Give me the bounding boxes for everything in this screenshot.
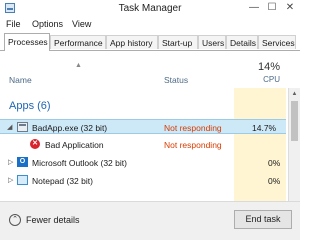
process-cpu: 0% [268, 158, 281, 168]
column-header-status[interactable]: Status [164, 75, 188, 85]
process-row-badapp[interactable]: ◢ BadApp.exe (32 bit) Not responding 14.… [0, 119, 286, 134]
end-task-button[interactable]: End task [234, 210, 292, 229]
chevron-up-icon[interactable]: ⌃ [9, 214, 21, 226]
cpu-label: CPU [263, 75, 280, 84]
maximize-button[interactable]: ☐ [266, 3, 278, 13]
cpu-total-percent: 14% [257, 61, 280, 73]
close-button[interactable]: ✕ [284, 3, 296, 13]
menu-bar: File Options View [0, 17, 300, 31]
process-cpu: 0% [268, 176, 281, 186]
process-row-notepad[interactable]: ▷ Notepad (32 bit) 0% [0, 173, 286, 188]
scroll-up-icon[interactable]: ▲ [289, 88, 300, 100]
minimize-button[interactable]: — [248, 3, 260, 13]
window-status: Not responding [164, 140, 222, 150]
column-header-name[interactable]: Name [9, 75, 32, 85]
tab-details[interactable]: Details [226, 35, 258, 49]
chevron-down-icon[interactable]: ◢ [7, 123, 12, 131]
process-name: BadApp.exe (32 bit) [32, 123, 108, 133]
process-name: Notepad (32 bit) [32, 176, 93, 186]
tab-performance[interactable]: Performance [50, 35, 106, 49]
tab-start-up[interactable]: Start-up [158, 35, 198, 49]
footer-bar: ⌃ Fewer details End task [0, 201, 300, 240]
sort-up-icon[interactable]: ▲ [75, 62, 82, 69]
process-cpu: 14.7% [252, 123, 277, 133]
app-window-icon [17, 122, 28, 132]
process-name: Microsoft Outlook (32 bit) [32, 158, 127, 168]
tab-bar: Processes Performance App history Start-… [0, 33, 300, 51]
window-name: Bad Application [45, 140, 104, 150]
notepad-icon [17, 175, 28, 185]
outlook-icon: O [17, 157, 28, 167]
process-status: Not responding [164, 123, 222, 133]
tab-processes[interactable]: Processes [4, 33, 50, 51]
tab-users[interactable]: Users [198, 35, 226, 49]
vertical-scrollbar[interactable]: ▲ [288, 88, 300, 201]
menu-view[interactable]: View [72, 19, 91, 29]
tab-app-history[interactable]: App history [106, 35, 158, 49]
process-list: ▲ Name Status 14% CPU Apps (6) ◢ BadApp.… [0, 51, 300, 201]
chevron-right-icon[interactable]: ▷ [8, 176, 13, 184]
fewer-details-link[interactable]: Fewer details [26, 215, 80, 225]
tab-services[interactable]: Services [258, 35, 296, 49]
title-bar: Task Manager — ☐ ✕ [0, 0, 300, 17]
error-icon: ✕ [30, 139, 40, 149]
menu-options[interactable]: Options [32, 19, 63, 29]
process-row-outlook[interactable]: ▷ O Microsoft Outlook (32 bit) 0% [0, 155, 286, 170]
menu-file[interactable]: File [6, 19, 21, 29]
process-row-bad-application[interactable]: ✕ Bad Application Not responding [0, 137, 286, 152]
scrollbar-thumb[interactable] [291, 101, 298, 141]
group-header-apps: Apps (6) [9, 100, 51, 112]
column-header-cpu[interactable]: 14% CPU [234, 51, 286, 87]
chevron-right-icon[interactable]: ▷ [8, 158, 13, 166]
